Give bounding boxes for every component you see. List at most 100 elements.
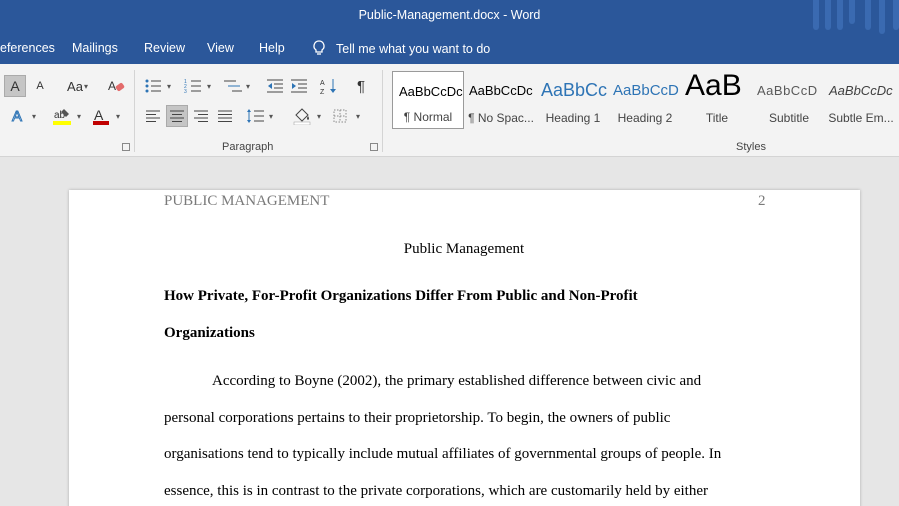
svg-text:▾: ▾ <box>269 112 273 121</box>
bullets-icon: ▾ <box>145 79 171 93</box>
sort-icon: AZ <box>320 79 336 95</box>
style-preview: AaBbCcDc <box>829 83 893 98</box>
tab-review[interactable]: Review <box>144 41 185 55</box>
style-name: Heading 2 <box>617 111 673 125</box>
tell-me-box[interactable]: Tell me what you want to do <box>312 39 490 59</box>
group-separator <box>134 70 135 152</box>
style-name: ¶ No Spac... <box>468 111 534 125</box>
body-text-line: organisations tend to typically include … <box>164 446 722 462</box>
style-preview: AaBbCcD <box>613 82 679 99</box>
font-color-icon: A ▾ <box>93 107 120 125</box>
change-case-label: Aa <box>67 78 83 94</box>
title-bar: Public-Management.docx - Word <box>0 0 899 34</box>
increase-indent-icon <box>291 79 307 93</box>
style-name: ¶ Normal <box>403 110 453 124</box>
paragraph-group-label: Paragraph <box>222 141 274 153</box>
font-color-button[interactable]: A ▾ <box>88 104 126 128</box>
tab-mailings[interactable]: Mailings <box>72 41 118 55</box>
tab-view[interactable]: View <box>207 41 234 55</box>
align-center-icon <box>170 110 184 122</box>
shading-button[interactable]: ▾ <box>290 105 326 127</box>
section-heading-line: How Private, For-Profit Organizations Di… <box>164 288 638 304</box>
tell-me-text: Tell me what you want to do <box>336 42 491 56</box>
bullets-button[interactable]: ▾ <box>142 75 176 97</box>
borders-button[interactable]: ▾ <box>330 105 366 127</box>
title-bar-pattern <box>809 0 899 34</box>
text-effects-button[interactable]: A ▾ <box>6 104 44 128</box>
window-title: Public-Management.docx - Word <box>358 8 541 22</box>
align-right-button[interactable] <box>190 105 212 127</box>
change-case-button[interactable]: Aa ▾ <box>58 75 92 97</box>
shrink-font-button[interactable]: A <box>30 75 50 97</box>
style-name: Subtle Em... <box>828 111 894 125</box>
running-header: PUBLIC MANAGEMENT <box>164 193 330 209</box>
style-name: Heading 1 <box>545 111 601 125</box>
align-left-button[interactable] <box>142 105 164 127</box>
line-spacing-button[interactable]: ▾ <box>244 105 278 127</box>
decrease-indent-icon <box>267 79 283 93</box>
justify-button[interactable] <box>214 105 236 127</box>
font-dialog-launcher[interactable] <box>122 143 130 151</box>
increase-indent-button[interactable] <box>288 75 310 97</box>
highlight-color-button[interactable]: ab ▾ <box>48 104 88 128</box>
style-preview: AaBbCc <box>541 80 608 100</box>
style-preview: AaBbCcDc <box>469 83 533 98</box>
paragraph-dialog-launcher[interactable] <box>370 143 378 151</box>
borders-icon: ▾ <box>333 109 360 123</box>
document-area: PUBLIC MANAGEMENT 2 Public Management Ho… <box>0 157 899 506</box>
sort-button[interactable]: AZ <box>318 75 340 97</box>
svg-text:A: A <box>12 108 22 125</box>
show-formatting-marks-button[interactable]: ¶ <box>350 75 372 97</box>
style-no-spacing[interactable]: AaBbCcDc ¶ No Spac... <box>465 71 537 129</box>
eraser-icon: A <box>108 79 125 93</box>
svg-text:▾: ▾ <box>356 112 360 121</box>
svg-text:▾: ▾ <box>207 82 211 91</box>
style-normal[interactable]: AaBbCcDc ¶ Normal <box>392 71 464 129</box>
align-right-icon <box>194 110 208 122</box>
multilevel-list-icon: ▾ <box>224 80 250 92</box>
ribbon: A A Aa▾ A A▾ ab▾ A▾ ▾ 123▾ ▾ AZ ¶ <box>0 64 899 157</box>
styles-group-label: Styles <box>736 141 766 153</box>
shrink-font-label: A <box>36 80 44 92</box>
style-heading-2[interactable]: AaBbCcD Heading 2 <box>609 71 681 129</box>
tab-references[interactable]: eferences <box>0 41 55 55</box>
svg-text:A: A <box>320 80 325 87</box>
section-heading-line: Organizations <box>164 325 255 341</box>
grow-font-button[interactable]: A <box>4 75 26 97</box>
style-subtitle[interactable]: AaBbCcD Subtitle <box>753 71 825 129</box>
style-title[interactable]: AaB Title <box>681 71 753 129</box>
svg-text:A: A <box>94 107 104 123</box>
decrease-indent-button[interactable] <box>264 75 286 97</box>
clear-formatting-button[interactable]: A <box>104 75 128 97</box>
text-effects-icon: A ▾ <box>12 108 37 126</box>
paint-bucket-icon: ▾ <box>293 108 321 125</box>
style-subtle-emphasis[interactable]: AaBbCcDc Subtle Em... <box>825 71 897 129</box>
chevron-down-icon: ▾ <box>84 82 89 91</box>
style-heading-1[interactable]: AaBbCc Heading 1 <box>537 71 609 129</box>
numbering-icon: 123▾ <box>184 79 211 94</box>
style-preview: AaBbCcD <box>757 83 818 98</box>
tab-help[interactable]: Help <box>259 41 285 55</box>
svg-text:Z: Z <box>320 89 325 95</box>
page-number: 2 <box>758 193 766 209</box>
svg-text:A: A <box>108 79 116 93</box>
svg-text:▾: ▾ <box>77 112 81 121</box>
style-name: Title <box>705 111 729 125</box>
styles-gallery: AaBbCcDc ¶ Normal AaBbCcDc ¶ No Spac... … <box>390 71 899 131</box>
svg-text:▾: ▾ <box>32 112 36 121</box>
ribbon-tabs: eferences Mailings Review View Help Tell… <box>0 34 899 64</box>
style-name: Subtitle <box>768 111 810 125</box>
svg-text:▾: ▾ <box>116 112 120 121</box>
style-preview: AaB <box>685 71 742 102</box>
line-spacing-icon: ▾ <box>247 109 273 123</box>
align-center-button[interactable] <box>166 105 188 127</box>
body-text-line: personal corporations pertains to their … <box>164 410 671 426</box>
svg-text:▾: ▾ <box>317 112 321 121</box>
pilcrow-icon: ¶ <box>356 77 366 95</box>
numbering-button[interactable]: 1 2 3 ▾ <box>182 75 216 97</box>
align-left-icon <box>146 110 160 122</box>
multilevel-list-button[interactable]: ▾ <box>220 75 254 97</box>
document-page[interactable]: PUBLIC MANAGEMENT 2 Public Management Ho… <box>69 190 860 506</box>
document-title: Public Management <box>403 241 525 257</box>
body-text-line: essence, this is in contrast to the priv… <box>164 483 709 499</box>
